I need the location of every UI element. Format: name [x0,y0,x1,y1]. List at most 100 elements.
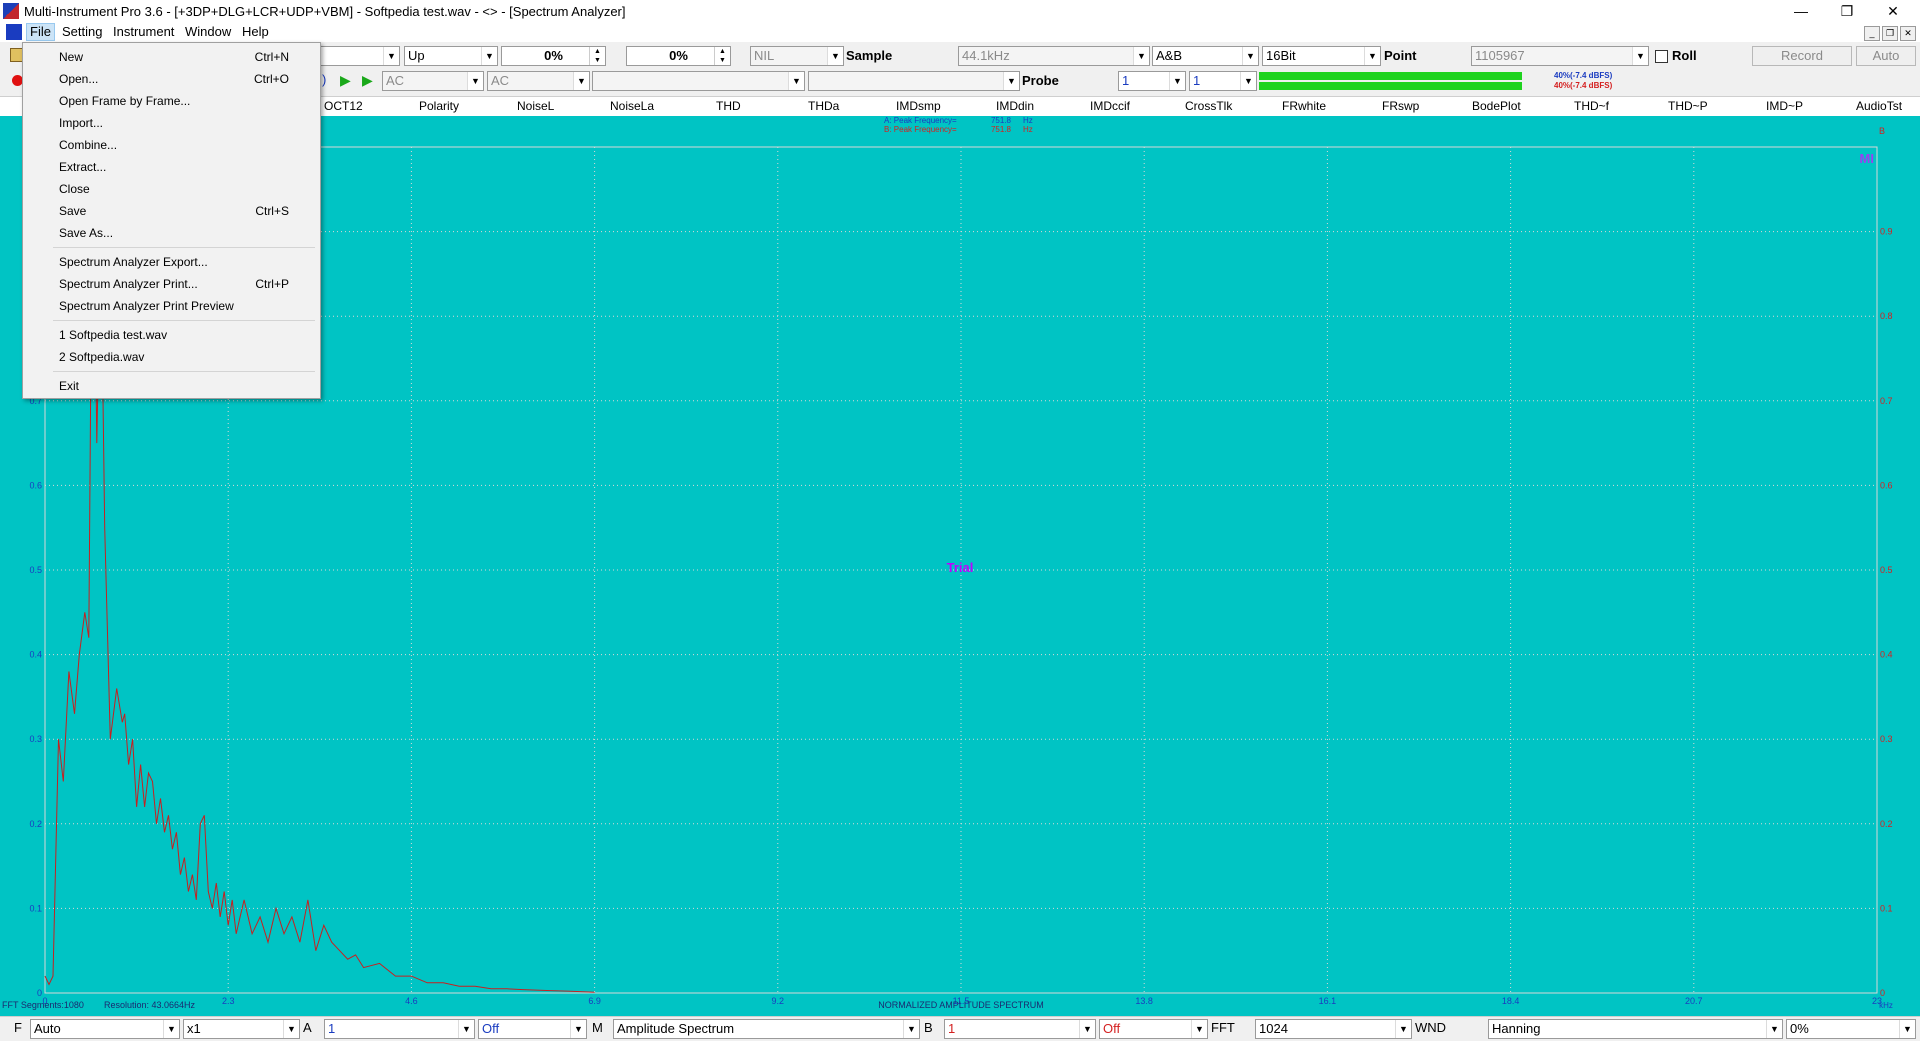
chevron-down-icon: ▼ [163,1020,179,1038]
sound-icon[interactable]: ) [322,72,326,87]
x-unit-label: kHz [1879,1001,1893,1010]
tab-frwhite[interactable]: FRwhite [1282,99,1326,113]
chevron-down-icon: ▼ [1766,1020,1782,1038]
probe-b-select[interactable]: 1 ▼ [1189,71,1257,91]
fft-size-select[interactable]: 1024 ▼ [1255,1019,1412,1039]
trigger-edge-select[interactable]: Up ▼ [404,46,498,66]
level-meter-b: 40%(-7.4 dBFS) [1259,81,1916,90]
peak-frequency-b-unit: Hz [1023,125,1033,134]
a-mode-select[interactable]: Off ▼ [478,1019,587,1039]
input-b-select[interactable]: ▼ [808,71,1020,91]
menu-item-shortcut: Ctrl+S [255,204,289,218]
tab-imdccif[interactable]: IMDccif [1090,99,1130,113]
menu-item-2-softpedia-wav[interactable]: 2 Softpedia.wav [24,346,319,368]
menu-window[interactable]: Window [182,24,234,40]
menu-item-spectrum-analyzer-print[interactable]: Spectrum Analyzer Print... Ctrl+P [24,273,319,295]
y-axis-right: 00.10.20.30.40.50.60.70.80.9 [1880,227,1893,998]
menu-item-combine[interactable]: Combine... [24,134,319,156]
channels-select[interactable]: A&B ▼ [1152,46,1259,66]
play-step-icon[interactable]: ▶ [362,72,373,89]
tab-polarity[interactable]: Polarity [419,99,459,113]
y-tick-label-right: 0.1 [1880,903,1893,913]
tab-crosstlk[interactable]: CrossTlk [1185,99,1232,113]
level-meter-b-text: 40%(-7.4 dBFS) [1554,81,1613,90]
menu-instrument[interactable]: Instrument [110,24,177,40]
menu-file[interactable]: File [26,23,55,41]
menu-item-label: Spectrum Analyzer Print Preview [59,299,234,313]
fft-label: FFT [1211,1020,1235,1035]
b-mode-select[interactable]: Off ▼ [1099,1019,1208,1039]
y-tick-label-left: 0.2 [29,819,42,829]
tab-imdsmp[interactable]: IMDsmp [896,99,941,113]
record-button[interactable]: Record [1752,46,1852,66]
tab-thda[interactable]: THDa [808,99,839,113]
menu-item-import[interactable]: Import... [24,112,319,134]
input-a-select[interactable]: ▼ [592,71,805,91]
menu-item-save[interactable]: Save Ctrl+S [24,200,319,222]
level-meter-a: 40%(-7.4 dBFS) [1259,71,1916,80]
child-window-icon[interactable] [6,24,22,40]
trigger-mode-select[interactable]: ▼ [316,46,400,66]
a-scale-select[interactable]: 1 ▼ [324,1019,475,1039]
tab-frswp[interactable]: FRswp [1382,99,1419,113]
menu-item-1-softpedia-test-wav[interactable]: 1 Softpedia test.wav [24,324,319,346]
restore-button[interactable]: ❐ [1824,0,1870,22]
bit-depth-select[interactable]: 16Bit ▼ [1262,46,1381,66]
tab-thd-f[interactable]: THD~f [1574,99,1609,113]
menu-item-new[interactable]: New Ctrl+N [24,46,319,68]
sample-rate-select[interactable]: 44.1kHz ▼ [958,46,1150,66]
trigger-level-stepper[interactable]: 0% ▲ ▼ [501,46,606,66]
tab-thd[interactable]: THD [716,99,741,113]
menu-item-spectrum-analyzer-print-preview[interactable]: Spectrum Analyzer Print Preview [24,295,319,317]
tab-noisela[interactable]: NoiseLa [610,99,654,113]
menu-item-open-frame-by-frame[interactable]: Open Frame by Frame... [24,90,319,112]
zoom-select[interactable]: x1 ▼ [183,1019,300,1039]
close-button[interactable]: ✕ [1870,0,1916,22]
level-meter-b-fill [1259,82,1522,90]
coupling-b-select[interactable]: AC ▼ [487,71,590,91]
y-tick-label-right: 0.3 [1880,734,1893,744]
analysis-settings-bar: F Auto ▼ x1 ▼ A 1 ▼ Off ▼ M Amplitude Spectr… [0,1016,1920,1041]
m-label: M [592,1020,603,1035]
roll-label: Roll [1672,48,1697,63]
menu-item-save-as[interactable]: Save As... [24,222,319,244]
menu-setting[interactable]: Setting [59,24,105,40]
spin-arrows-icon[interactable]: ▲ ▼ [589,47,605,65]
child-close-button[interactable]: ✕ [1900,26,1916,41]
minimize-button[interactable]: — [1778,0,1824,22]
spin-arrows-icon[interactable]: ▲ ▼ [714,47,730,65]
trigger-delay-stepper[interactable]: 0% ▲ ▼ [626,46,731,66]
b-scale-select[interactable]: 1 ▼ [944,1019,1096,1039]
menu-item-exit[interactable]: Exit [24,375,319,397]
menu-item-extract[interactable]: Extract... [24,156,319,178]
overlap-select[interactable]: 0% ▼ [1786,1019,1916,1039]
tab-oct12[interactable]: OCT12 [324,99,363,113]
tab-noisel[interactable]: NoiseL [517,99,554,113]
chevron-down-icon: ▼ [1364,47,1380,65]
frequency-range-select[interactable]: Auto ▼ [30,1019,180,1039]
tab-audiotst[interactable]: AudioTst [1856,99,1902,113]
menu-item-open[interactable]: Open... Ctrl+O [24,68,319,90]
window-function-select[interactable]: Hanning ▼ [1488,1019,1783,1039]
y-tick-label-right: 0.6 [1880,480,1893,490]
menu-separator [53,371,315,372]
menu-item-close[interactable]: Close [24,178,319,200]
probe-a-select[interactable]: 1 ▼ [1118,71,1186,91]
child-minimize-button[interactable]: _ [1864,26,1880,41]
tab-imd-p[interactable]: IMD~P [1766,99,1803,113]
tab-imddin[interactable]: IMDdin [996,99,1034,113]
play-icon[interactable]: ▶ [340,72,351,89]
point-count-select[interactable]: 1105967 ▼ [1471,46,1649,66]
tab-bodeplot[interactable]: BodePlot [1472,99,1521,113]
coupling-a-select[interactable]: AC ▼ [382,71,484,91]
menu-item-spectrum-analyzer-export[interactable]: Spectrum Analyzer Export... [24,251,319,273]
roll-checkbox[interactable] [1655,50,1668,63]
chevron-down-icon: ▼ [1133,47,1149,65]
auto-button[interactable]: Auto [1856,46,1916,66]
menu-help[interactable]: Help [239,24,272,40]
point-label: Point [1384,48,1417,63]
channel-mode-select[interactable]: NIL ▼ [750,46,844,66]
measurement-mode-select[interactable]: Amplitude Spectrum ▼ [613,1019,920,1039]
child-restore-button[interactable]: ❐ [1882,26,1898,41]
tab-thd-p[interactable]: THD~P [1668,99,1708,113]
